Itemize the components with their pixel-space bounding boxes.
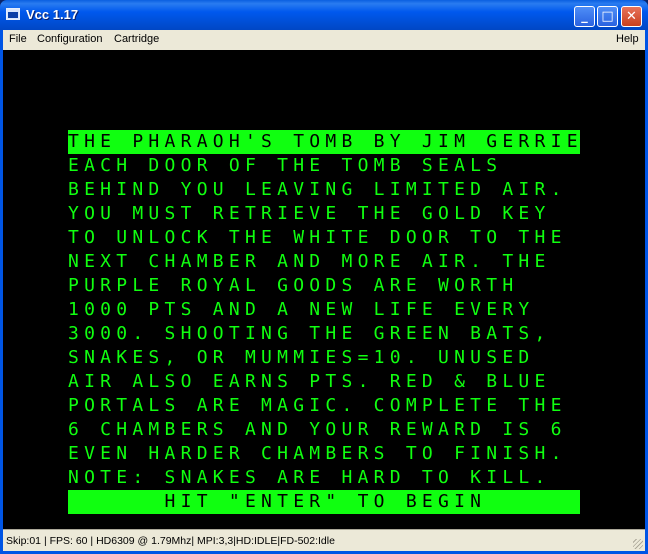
menu-cartridge[interactable]: Cartridge <box>114 33 159 45</box>
screen-text-line: NOTE: SNAKES ARE HARD TO KILL. <box>68 467 551 488</box>
status-bar: Skip:01 | FPS: 60 | HD6309 @ 1.79Mhz| MP… <box>3 529 645 551</box>
screen-text-line: 6 CHAMBERS AND YOUR REWARD IS 6 <box>68 419 567 440</box>
emulator-window: Vcc 1.17 _ □ ✕ File Configuration Cartri… <box>0 0 648 554</box>
resize-grip-icon[interactable] <box>633 539 643 549</box>
menu-configuration[interactable]: Configuration <box>37 33 102 45</box>
menu-file[interactable]: File <box>9 33 27 45</box>
screen-text-line: PURPLE ROYAL GOODS ARE WORTH <box>68 275 519 296</box>
screen-text-line: EACH DOOR OF THE TOMB SEALS <box>68 155 503 176</box>
screen-text-line: 3000. SHOOTING THE GREEN BATS, <box>68 323 551 344</box>
screen-text-line: NEXT CHAMBER AND MORE AIR. THE <box>68 251 551 272</box>
screen-text-line: EVEN HARDER CHAMBERS TO FINISH. <box>68 443 567 464</box>
menu-bar: File Configuration Cartridge Help <box>3 30 645 50</box>
screen-prompt-line: HIT "ENTER" TO BEGIN <box>68 490 580 514</box>
menu-help[interactable]: Help <box>616 33 639 45</box>
window-title: Vcc 1.17 <box>26 7 79 22</box>
screen-text-line: 1000 PTS AND A NEW LIFE EVERY <box>68 299 535 320</box>
minimize-button[interactable]: _ <box>574 6 595 27</box>
screen-text-line: YOU MUST RETRIEVE THE GOLD KEY <box>68 203 551 224</box>
emulator-screen[interactable]: THE PHARAOH'S TOMB BY JIM GERRIE EACH DO… <box>3 50 645 529</box>
window-client-area: File Configuration Cartridge Help THE PH… <box>3 30 645 551</box>
screen-text-line: AIR ALSO EARNS PTS. RED & BLUE <box>68 371 551 392</box>
screen-text-line: BEHIND YOU LEAVING LIMITED AIR. <box>68 179 567 200</box>
screen-text-line: SNAKES, OR MUMMIES=10. UNUSED <box>68 347 535 368</box>
screen-title-line: THE PHARAOH'S TOMB BY JIM GERRIE <box>68 130 583 154</box>
window-frame: File Configuration Cartridge Help THE PH… <box>0 30 648 554</box>
screen-text-line: PORTALS ARE MAGIC. COMPLETE THE <box>68 395 567 416</box>
screen-text-line: TO UNLOCK THE WHITE DOOR TO THE <box>68 227 567 248</box>
app-icon[interactable] <box>6 8 20 20</box>
status-text: Skip:01 | FPS: 60 | HD6309 @ 1.79Mhz| MP… <box>6 535 335 547</box>
maximize-button[interactable]: □ <box>597 6 618 27</box>
title-bar[interactable]: Vcc 1.17 _ □ ✕ <box>0 0 648 30</box>
close-button[interactable]: ✕ <box>621 6 642 27</box>
